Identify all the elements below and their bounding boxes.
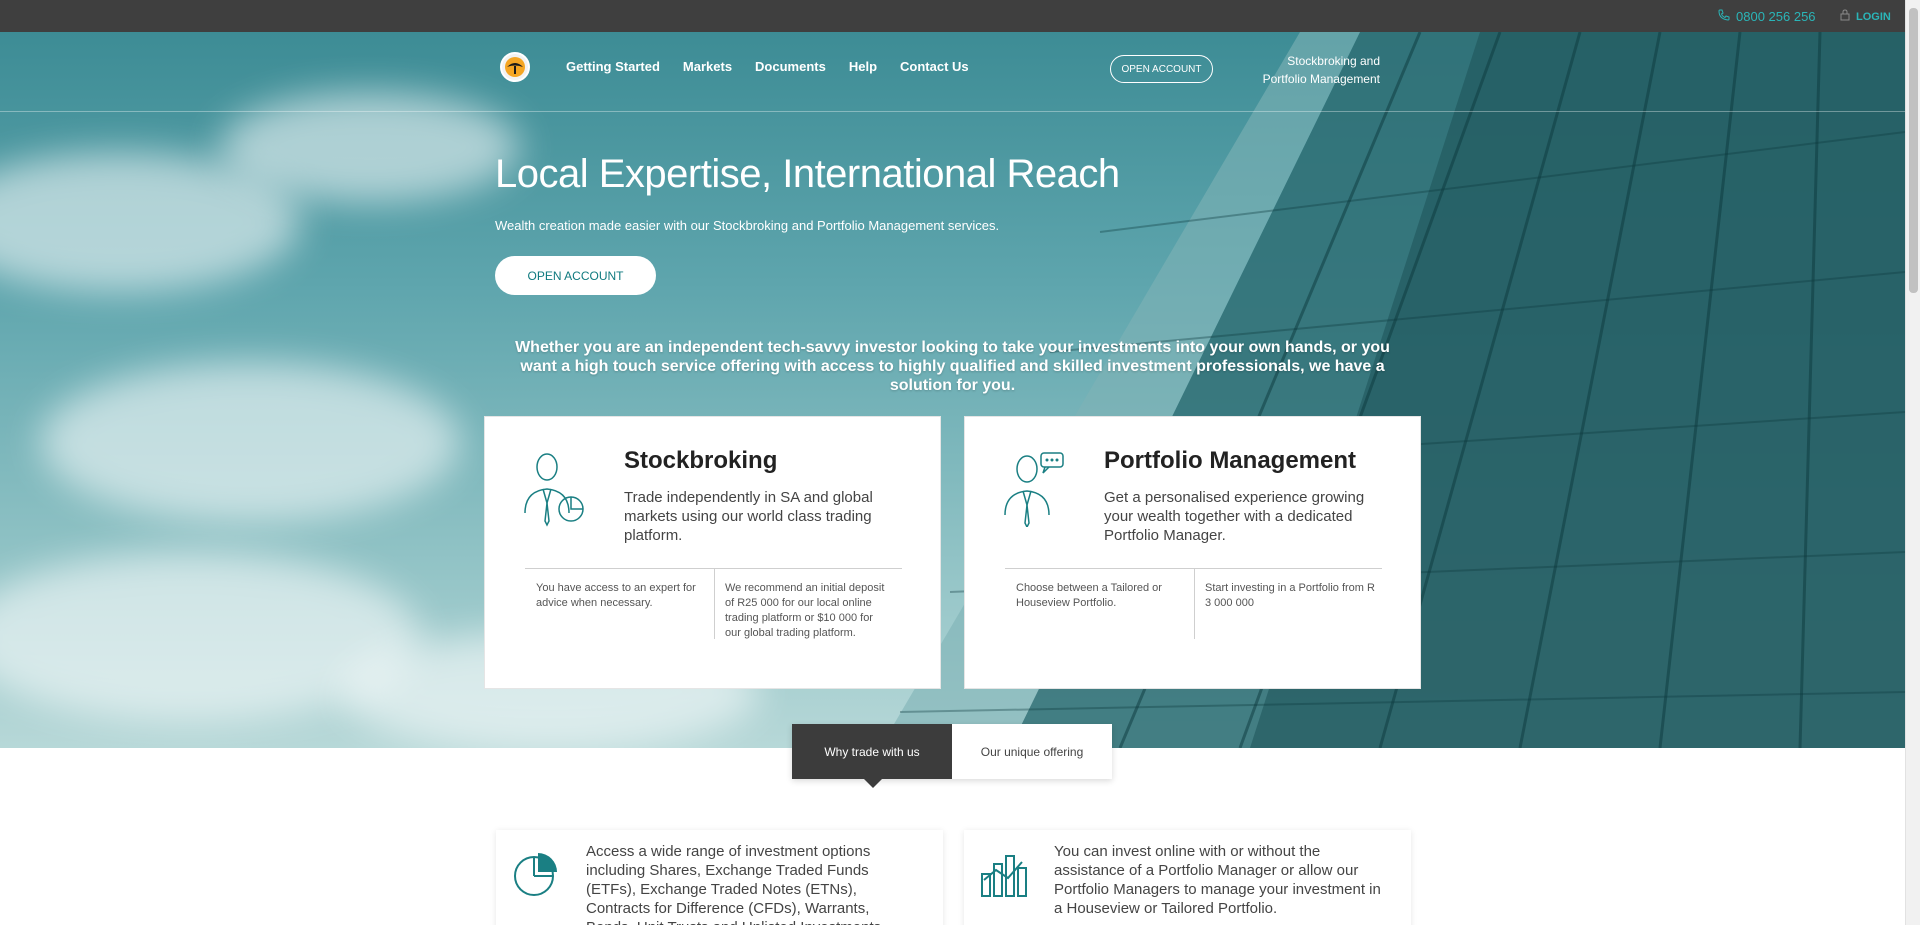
pie-chart-icon	[514, 853, 557, 896]
brand-line-1: Stockbroking and	[1287, 54, 1380, 68]
phone-number: 0800 256 256	[1736, 9, 1816, 24]
person-chart-icon	[524, 453, 584, 527]
top-utility-bar: 0800 256 256 LOGIN	[0, 0, 1905, 32]
card-description: Get a personalised experience growing yo…	[1104, 489, 1365, 544]
card-description: Trade independently in SA and global mar…	[624, 489, 873, 544]
nav-documents[interactable]: Documents	[755, 59, 826, 74]
hero-title: Local Expertise, International Reach	[495, 152, 1120, 196]
hero-open-account-button[interactable]: OPEN ACCOUNT	[495, 256, 656, 295]
nav-getting-started[interactable]: Getting Started	[566, 59, 660, 74]
phone-icon	[1718, 9, 1730, 24]
card-column-divider	[714, 569, 715, 639]
nav-help[interactable]: Help	[849, 59, 877, 74]
nav-open-account-button[interactable]: OPEN ACCOUNT	[1110, 55, 1213, 83]
stockbroking-card[interactable]: Stockbroking Trade independently in SA a…	[484, 416, 941, 689]
card-column-divider	[1194, 569, 1195, 639]
card-detail-2: Start investing in a Portfolio from R 3 …	[1205, 582, 1375, 609]
login-link[interactable]: LOGIN	[1840, 9, 1891, 24]
card-detail-1: Choose between a Tailored or Houseview P…	[1016, 582, 1162, 609]
offering-tabs: Why trade with us Our unique offering	[792, 724, 1112, 788]
hero-section: Getting Started Markets Documents Help C…	[0, 32, 1905, 748]
card-title: Portfolio Management	[1104, 447, 1357, 474]
feature-investment-options: Access a wide range of investment option…	[496, 830, 943, 925]
tab-our-unique-offering[interactable]: Our unique offering	[952, 724, 1112, 779]
card-detail-1: You have access to an expert for advice …	[536, 582, 696, 609]
nav-brand-text: Stockbroking and Portfolio Management	[1230, 52, 1380, 88]
feature-text: Access a wide range of investment option…	[586, 843, 885, 925]
page-scrollbar[interactable]	[1905, 0, 1920, 925]
logo[interactable]	[500, 52, 530, 82]
lock-icon	[1840, 9, 1850, 24]
brand-line-2: Portfolio Management	[1262, 72, 1380, 86]
phone-link[interactable]: 0800 256 256	[1718, 9, 1816, 24]
hero-tagline: Whether you are an independent tech-savv…	[515, 339, 1390, 394]
tree-logo-icon	[505, 57, 525, 77]
feature-portfolio-managers: You can invest online with or without th…	[964, 830, 1411, 925]
hero-subtitle: Wealth creation made easier with our Sto…	[495, 218, 1000, 233]
card-title: Stockbroking	[624, 447, 778, 474]
card-detail-2: We recommend an initial deposit of R25 0…	[725, 582, 885, 639]
login-label: LOGIN	[1856, 10, 1891, 23]
person-speech-icon	[1004, 452, 1064, 527]
nav-markets[interactable]: Markets	[683, 59, 732, 74]
portfolio-management-card[interactable]: Portfolio Management Get a personalised …	[964, 416, 1421, 689]
scrollbar-thumb[interactable]	[1909, 8, 1918, 293]
feature-text: You can invest online with or without th…	[1054, 843, 1381, 917]
nav-contact-us[interactable]: Contact Us	[900, 59, 969, 74]
main-nav: Getting Started Markets Documents Help C…	[0, 32, 1905, 112]
nav-links: Getting Started Markets Documents Help C…	[566, 59, 969, 74]
bar-chart-icon	[981, 855, 1027, 897]
tab-why-trade-with-us[interactable]: Why trade with us	[792, 724, 952, 788]
